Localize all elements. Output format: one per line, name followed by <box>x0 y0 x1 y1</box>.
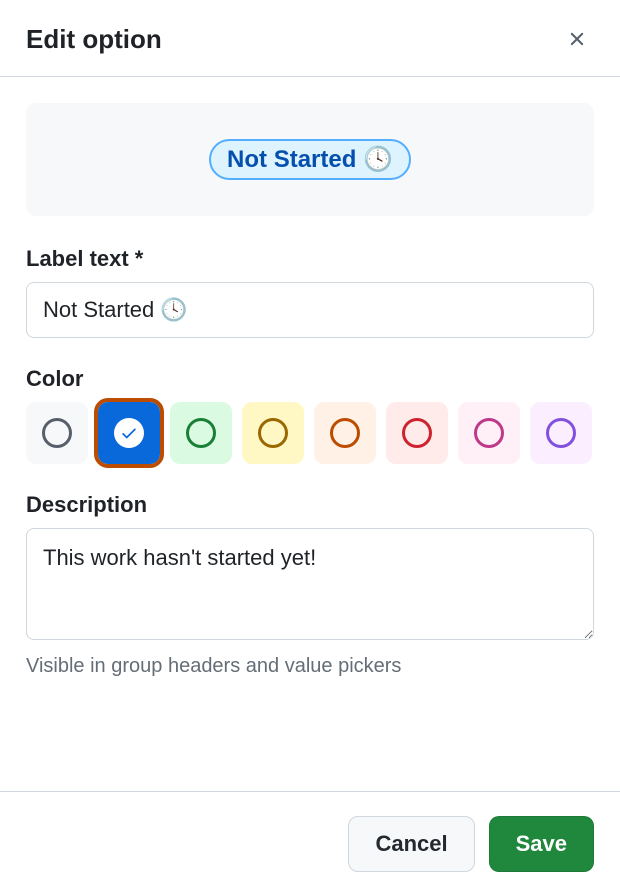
color-swatch-green[interactable] <box>170 402 232 464</box>
color-swatch-orange[interactable] <box>314 402 376 464</box>
description-textarea[interactable] <box>26 528 594 640</box>
color-swatch-yellow[interactable] <box>242 402 304 464</box>
color-swatch-row <box>26 402 594 464</box>
edit-option-dialog: Edit option Not Started 🕓 Label text * C… <box>0 0 620 896</box>
color-swatch-pink[interactable] <box>458 402 520 464</box>
preview-area: Not Started 🕓 <box>26 103 594 216</box>
close-icon <box>566 28 588 50</box>
color-swatch-red[interactable] <box>386 402 448 464</box>
color-section: Color <box>26 366 594 464</box>
ring-icon <box>186 418 216 448</box>
color-swatch-purple[interactable] <box>530 402 592 464</box>
label-text-input[interactable] <box>26 282 594 338</box>
ring-icon <box>546 418 576 448</box>
preview-label-text: Not Started 🕓 <box>227 145 393 174</box>
description-label: Description <box>26 492 594 518</box>
ring-icon <box>42 418 72 448</box>
dialog-title: Edit option <box>26 24 162 55</box>
description-help-text: Visible in group headers and value picke… <box>26 655 594 678</box>
dialog-header: Edit option <box>0 0 620 77</box>
dialog-footer: Cancel Save <box>0 791 620 896</box>
preview-label-chip: Not Started 🕓 <box>209 139 411 180</box>
label-text-section: Label text * <box>26 246 594 338</box>
color-label: Color <box>26 366 594 392</box>
ring-icon <box>474 418 504 448</box>
ring-icon <box>258 418 288 448</box>
color-swatch-blue[interactable] <box>98 402 160 464</box>
description-section: Description Visible in group headers and… <box>26 492 594 678</box>
ring-icon <box>402 418 432 448</box>
dialog-body: Not Started 🕓 Label text * Color <box>0 77 620 791</box>
color-swatch-gray[interactable] <box>26 402 88 464</box>
check-icon <box>114 418 144 448</box>
save-button[interactable]: Save <box>489 816 594 872</box>
label-text-label: Label text * <box>26 246 594 272</box>
close-button[interactable] <box>560 22 594 56</box>
cancel-button[interactable]: Cancel <box>348 816 474 872</box>
ring-icon <box>330 418 360 448</box>
